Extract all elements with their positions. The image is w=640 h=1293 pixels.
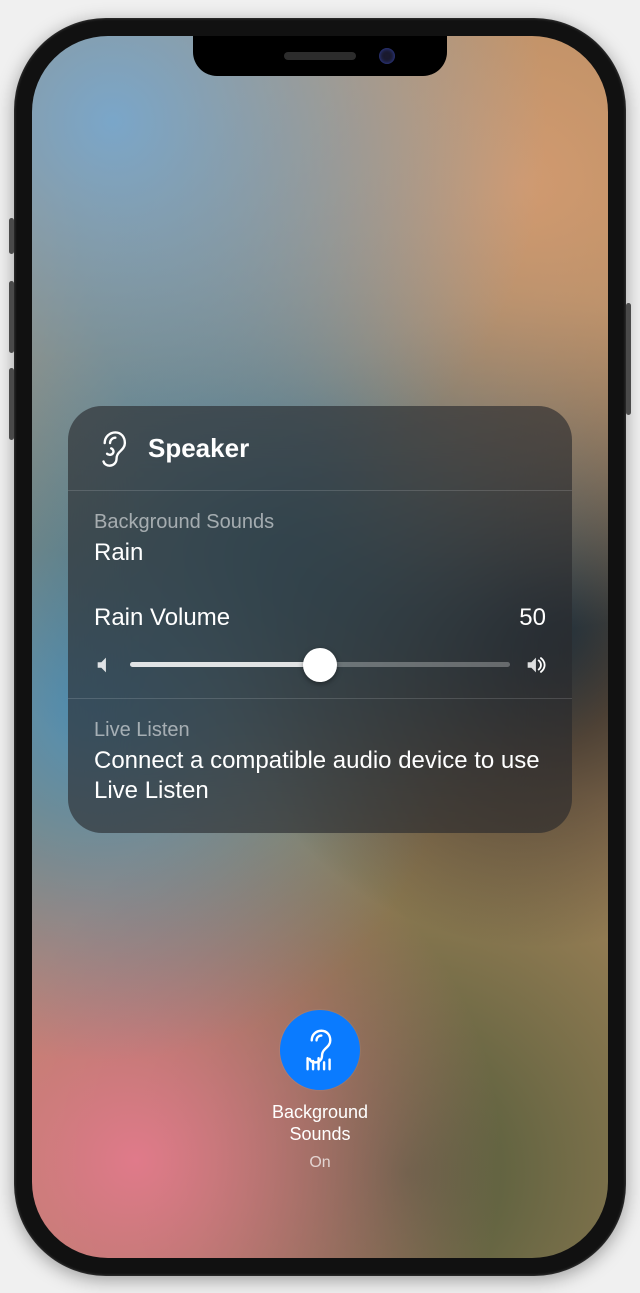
volume-value: 50 [519,604,546,632]
panel-title: Speaker [148,433,249,464]
ear-icon [94,430,132,468]
background-sounds-toggle-button[interactable] [280,1010,360,1090]
device-frame: Speaker Background Sounds Rain Rain Volu… [14,18,626,1276]
live-listen-row: Live Listen Connect a compatible audio d… [68,699,572,833]
speaker-low-icon [94,654,116,676]
volume-label: Rain Volume [94,604,230,632]
volume-down-button[interactable] [9,368,14,440]
screen: Speaker Background Sounds Rain Rain Volu… [32,36,608,1258]
ear-sound-icon [298,1028,342,1072]
speaker-high-icon [524,654,546,676]
panel-header: Speaker [68,406,572,490]
notch [193,36,447,76]
volume-slider[interactable] [94,654,546,676]
live-listen-message: Connect a compatible audio device to use… [94,746,546,807]
front-camera [379,48,395,64]
volume-section: Rain Volume 50 [68,590,572,698]
earpiece [284,52,356,60]
background-sounds-value: Rain [94,538,546,568]
slider-track[interactable] [130,662,510,667]
power-button[interactable] [626,303,631,415]
toggle-label: Background Sounds [272,1102,368,1145]
background-sounds-caption: Background Sounds [94,511,546,534]
hearing-panel: Speaker Background Sounds Rain Rain Volu… [68,406,572,833]
slider-thumb[interactable] [303,648,337,682]
mute-switch[interactable] [9,218,14,254]
volume-up-button[interactable] [9,281,14,353]
live-listen-caption: Live Listen [94,719,546,742]
toggle-state: On [309,1154,330,1172]
background-sounds-toggle: Background Sounds On [272,1010,368,1171]
background-sounds-row[interactable]: Background Sounds Rain [68,491,572,590]
